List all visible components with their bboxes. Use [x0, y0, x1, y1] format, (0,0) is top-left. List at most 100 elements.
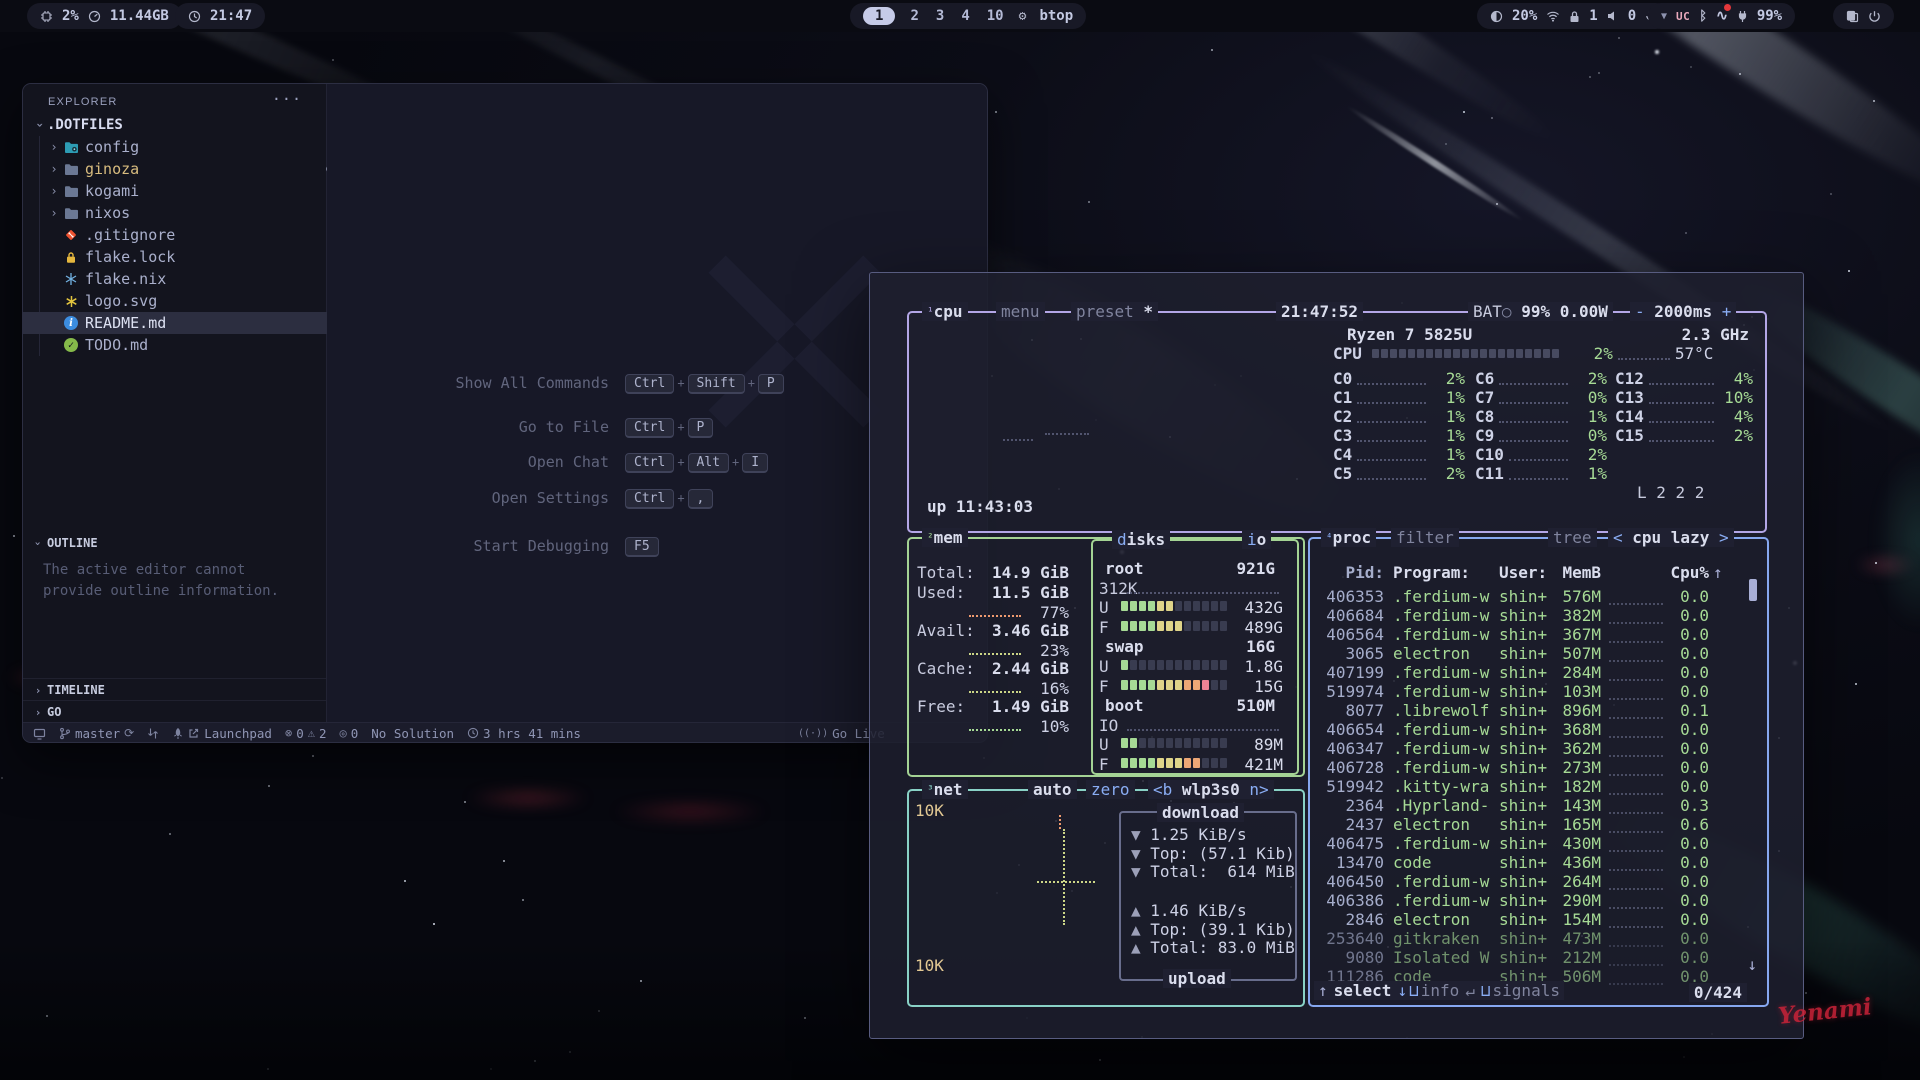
disks-box-title[interactable]: disks	[1112, 530, 1170, 549]
filter-button[interactable]: filter	[1391, 528, 1459, 547]
power-icon[interactable]	[1868, 10, 1881, 23]
tree-file-todomd[interactable]: ✓TODO.md	[23, 334, 350, 356]
bluetooth-icon[interactable]: ᛒ	[1699, 9, 1707, 24]
clipboard-icon[interactable]	[1846, 10, 1859, 23]
tree-file-logosvg[interactable]: logo.svg	[23, 290, 350, 312]
process-row[interactable]: 519942.kitty-wrashin+182M0.0	[1308, 777, 1744, 796]
plus-separator: +	[677, 491, 684, 505]
process-row[interactable]: 519974.ferdium-wshin+103M0.0	[1308, 682, 1744, 701]
keyboard-layout-indicator[interactable]: UC	[1676, 10, 1690, 23]
process-row[interactable]: 2846electronshin+154M0.0	[1308, 910, 1744, 929]
workspace-button-10[interactable]: 10	[985, 8, 1006, 24]
solution-status[interactable]: No Solution	[371, 726, 454, 741]
process-row[interactable]: 406654.ferdium-wshin+368M0.0	[1308, 720, 1744, 739]
vscode-window[interactable]: EXPLORER ··· › .DOTFILES ›config›ginoza›…	[22, 83, 988, 743]
speaker-icon[interactable]	[1607, 10, 1619, 22]
memory-usage: 11.44GB	[110, 8, 169, 24]
tree-folder-config[interactable]: ›config	[23, 136, 350, 158]
section-timeline[interactable]: › TIMELINE	[23, 678, 326, 701]
cpu-chip-icon	[40, 10, 53, 23]
disk-usage-row: F15G	[1099, 677, 1287, 696]
workspace-button-4[interactable]: 4	[959, 8, 971, 24]
tree-folder-ginoza[interactable]: ›ginoza	[23, 158, 350, 180]
launchpad-status[interactable]: Launchpad	[172, 726, 272, 741]
mem-box-title[interactable]: ²mem	[922, 528, 968, 547]
net-box-content: 10K 10K download ▼ 1.25 KiB/s▼ Top: (57.…	[907, 789, 1301, 1003]
process-row[interactable]: 406386.ferdium-wshin+290M0.0	[1308, 891, 1744, 910]
notification-tray-icon[interactable]: ∿	[1716, 8, 1728, 24]
process-row[interactable]: 13470codeshin+436M0.0	[1308, 853, 1744, 872]
process-row[interactable]: 253640gitkrakenshin+473M0.0	[1308, 929, 1744, 948]
process-row[interactable]: 407199.ferdium-wshin+284M0.0	[1308, 663, 1744, 682]
cpu-box-title[interactable]: ¹cpu	[922, 302, 968, 321]
select-up-hint[interactable]: ↑	[1318, 981, 1328, 1000]
preset-button[interactable]: preset *	[1071, 302, 1158, 321]
process-row[interactable]: 406347.ferdium-wshin+362M0.0	[1308, 739, 1744, 758]
process-row[interactable]: 406684.ferdium-wshin+382M0.0	[1308, 606, 1744, 625]
col-program[interactable]: Program:	[1393, 563, 1499, 582]
info-button[interactable]: info	[1421, 981, 1460, 1000]
session-time-status[interactable]: 3 hrs 41 mins	[467, 726, 581, 741]
process-row[interactable]: 406353.ferdium-wshin+576M0.0	[1308, 587, 1744, 606]
update-interval-control[interactable]: - 2000ms +	[1630, 302, 1736, 321]
process-row[interactable]: 406564.ferdium-wshin+367M0.0	[1308, 625, 1744, 644]
scroll-down-icon[interactable]: ↓	[1747, 955, 1757, 974]
sort-direction-icon[interactable]: ↑	[1713, 563, 1723, 582]
col-pid[interactable]: Pid:	[1308, 563, 1384, 582]
process-row[interactable]: 406475.ferdium-wshin+430M0.0	[1308, 834, 1744, 853]
download-stat: ▼ Top: (57.1 Kib)	[1131, 844, 1295, 863]
root-label: .DOTFILES	[47, 117, 123, 133]
tree-folder-nixos[interactable]: ›nixos	[23, 202, 350, 224]
disk-meter-block	[1130, 660, 1137, 670]
tree-file-flakelock[interactable]: flake.lock	[23, 246, 350, 268]
git-branch-status[interactable]: master ⟳	[59, 726, 134, 741]
process-row[interactable]: 9080Isolated Wshin+212M0.0	[1308, 948, 1744, 967]
tree-toggle[interactable]: tree	[1548, 528, 1597, 547]
net-box-title[interactable]: ³net	[922, 780, 968, 799]
select-down-hint[interactable]: ↓	[1397, 981, 1407, 1000]
process-row[interactable]: 406728.ferdium-wshin+273M0.0	[1308, 758, 1744, 777]
net-interface-selector[interactable]: <b wlp3s0 n>	[1148, 780, 1274, 799]
proc-program: .ferdium-w	[1393, 606, 1499, 625]
process-row[interactable]: 406450.ferdium-wshin+264M0.0	[1308, 872, 1744, 891]
wifi-icon[interactable]	[1546, 10, 1560, 22]
sort-selector[interactable]: < cpu lazy >	[1608, 528, 1734, 547]
io-mode-toggle[interactable]: io	[1242, 530, 1271, 549]
net-zero-toggle[interactable]: zero	[1086, 780, 1135, 799]
section-go[interactable]: › GO	[23, 700, 326, 723]
changes-indicator[interactable]	[147, 727, 159, 740]
select-label[interactable]: select	[1334, 981, 1392, 1000]
ports-status[interactable]: ◎ 0	[339, 726, 358, 741]
disk-meter-block	[1211, 601, 1218, 611]
workspace-button-2[interactable]: 2	[908, 8, 920, 24]
process-row[interactable]: 3065electronshin+507M0.0	[1308, 644, 1744, 663]
section-outline[interactable]: › OUTLINE	[23, 532, 326, 554]
core-graph	[1649, 410, 1714, 423]
col-cpu[interactable]: Cpu%	[1667, 563, 1709, 582]
process-list[interactable]: 406353.ferdium-wshin+576M0.0406684.ferdi…	[1308, 587, 1744, 986]
remote-indicator[interactable]	[33, 727, 46, 740]
net-tray-icon[interactable]: ▼	[1661, 11, 1667, 22]
proc-box-title[interactable]: ⁴proc	[1321, 528, 1376, 547]
tree-file-flakenix[interactable]: flake.nix	[23, 268, 350, 290]
workspace-button-3[interactable]: 3	[934, 8, 946, 24]
process-row[interactable]: 8077.librewolfshin+896M0.1	[1308, 701, 1744, 720]
btop-window[interactable]: ¹cpu menu preset * 21:47:52 BAT○ 99% 0.0…	[869, 272, 1804, 1039]
workspace-button-1[interactable]: 1	[863, 7, 895, 25]
process-row[interactable]: 2437electronshin+165M0.6	[1308, 815, 1744, 834]
tree-file-readmemd[interactable]: iREADME.md	[23, 312, 350, 334]
menu-button[interactable]: menu	[996, 302, 1045, 321]
net-auto-toggle[interactable]: auto	[1028, 780, 1077, 799]
proc-scrollbar-thumb[interactable]	[1749, 579, 1757, 601]
col-mem[interactable]: MemB	[1551, 563, 1601, 582]
idle-lock-icon[interactable]	[1569, 10, 1580, 23]
col-user[interactable]: User:	[1499, 563, 1551, 582]
tree-folder-kogami[interactable]: ›kogami	[23, 180, 350, 202]
signals-button[interactable]: signals	[1493, 981, 1560, 1000]
proc-user: shin+	[1499, 815, 1551, 834]
problems-status[interactable]: ⊗ 0 ⚠ 2	[285, 726, 327, 741]
explorer-more-actions[interactable]: ···	[272, 90, 302, 108]
tree-root-dotfiles[interactable]: › .DOTFILES	[23, 114, 336, 136]
tree-file-gitignore[interactable]: .gitignore	[23, 224, 350, 246]
process-row[interactable]: 2364.Hyprland-shin+143M0.3	[1308, 796, 1744, 815]
